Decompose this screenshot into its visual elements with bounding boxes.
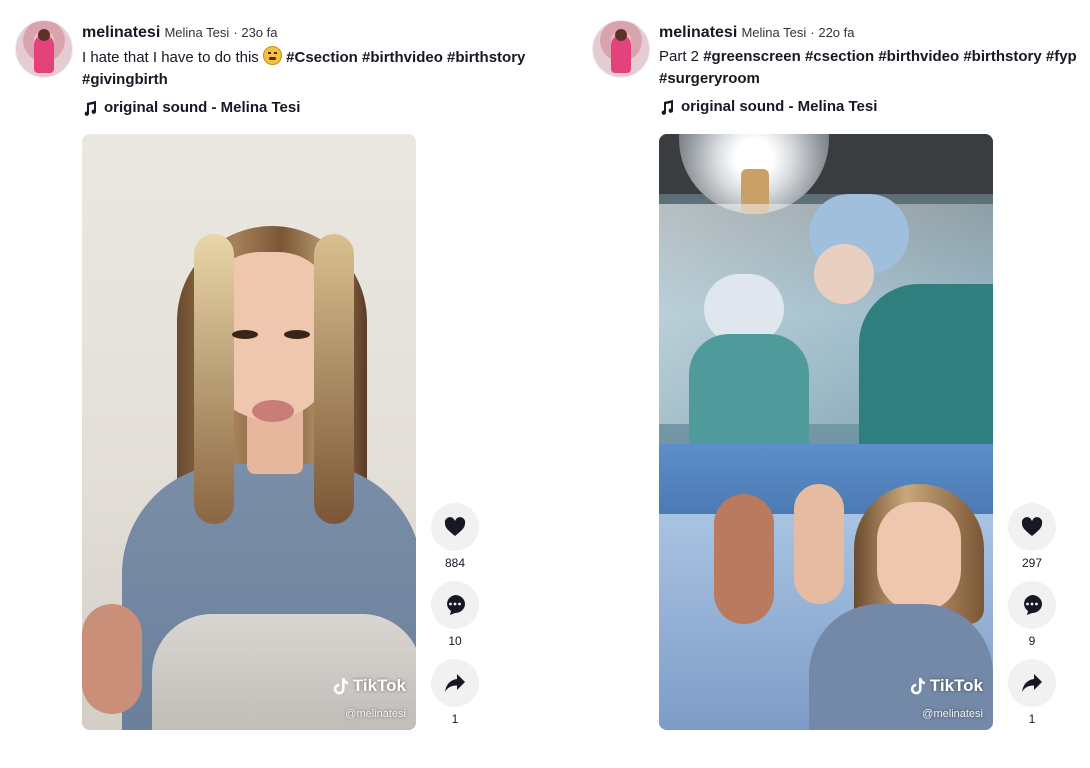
- music-note-icon: [661, 99, 674, 115]
- action-bar: 884 10 1: [431, 503, 479, 737]
- hashtag-link[interactable]: #birthstory: [447, 49, 525, 66]
- like-count: 297: [1021, 556, 1043, 570]
- video-player[interactable]: TikTok @melinatesi: [82, 134, 416, 730]
- tiktok-logo-icon: [910, 678, 925, 695]
- caption: Part 2 #greenscreen #csection #birthvide…: [659, 46, 1090, 90]
- hashtag-link[interactable]: #surgeryroom: [659, 70, 760, 87]
- post-info: melinatesi Melina Tesi · 22o fa Part 2 #…: [659, 22, 1090, 115]
- share-arrow-icon: [445, 674, 465, 692]
- hashtag-link[interactable]: #Csection: [286, 49, 358, 66]
- tiktok-watermark: TikTok: [910, 676, 983, 696]
- caption: I hate that I have to do this #Csection …: [82, 46, 552, 91]
- username[interactable]: melinatesi: [82, 24, 160, 41]
- watermark-username: @melinatesi: [922, 708, 983, 720]
- action-bar: 297 9 1: [1008, 503, 1056, 737]
- share-arrow-icon: [1022, 674, 1042, 692]
- comment-icon: [1024, 595, 1042, 615]
- hashtag-link[interactable]: #givingbirth: [82, 71, 168, 88]
- hashtag-link[interactable]: #csection: [805, 48, 874, 65]
- tiktok-logo-icon: [333, 678, 348, 695]
- post-info: melinatesi Melina Tesi · 23o fa I hate t…: [82, 22, 552, 116]
- weary-face-emoji-icon: [262, 46, 282, 65]
- comment-count: 10: [448, 634, 462, 648]
- hashtag-link[interactable]: #birthstory: [963, 48, 1041, 65]
- post-time: · 23o fa: [233, 25, 278, 40]
- heart-icon: [1021, 517, 1043, 536]
- comment-button[interactable]: [431, 581, 479, 629]
- music-note-icon: [84, 100, 97, 116]
- sound-link[interactable]: original sound - Melina Tesi: [659, 98, 1090, 115]
- comment-button[interactable]: [1008, 581, 1056, 629]
- watermark-brand: TikTok: [929, 676, 983, 695]
- comment-icon: [447, 595, 465, 615]
- video-player[interactable]: TikTok @melinatesi: [659, 134, 993, 730]
- like-button[interactable]: [1008, 503, 1056, 551]
- like-count: 884: [444, 556, 466, 570]
- sound-link[interactable]: original sound - Melina Tesi: [82, 99, 552, 116]
- like-button[interactable]: [431, 503, 479, 551]
- share-count: 1: [451, 712, 459, 726]
- hashtag-link[interactable]: #birthvideo: [362, 49, 443, 66]
- avatar[interactable]: [15, 20, 73, 78]
- avatar[interactable]: [592, 20, 650, 78]
- watermark-username: @melinatesi: [345, 708, 406, 720]
- post-time: · 22o fa: [810, 25, 855, 40]
- hashtag-link[interactable]: #birthvideo: [878, 48, 959, 65]
- username[interactable]: melinatesi: [659, 24, 737, 41]
- tiktok-watermark: TikTok: [333, 676, 406, 696]
- display-name: Melina Tesi: [164, 25, 230, 40]
- caption-text: Part 2: [659, 48, 700, 65]
- hashtag-link[interactable]: #greenscreen: [703, 48, 801, 65]
- caption-text: I hate that I have to do this: [82, 49, 259, 66]
- watermark-brand: TikTok: [352, 676, 406, 695]
- share-count: 1: [1028, 712, 1036, 726]
- heart-icon: [444, 517, 466, 536]
- hashtag-link[interactable]: #fyp: [1046, 48, 1077, 65]
- share-button[interactable]: [431, 659, 479, 707]
- display-name: Melina Tesi: [741, 25, 807, 40]
- comment-count: 9: [1028, 634, 1036, 648]
- sound-name: original sound - Melina Tesi: [681, 98, 878, 115]
- share-button[interactable]: [1008, 659, 1056, 707]
- sound-name: original sound - Melina Tesi: [104, 99, 301, 116]
